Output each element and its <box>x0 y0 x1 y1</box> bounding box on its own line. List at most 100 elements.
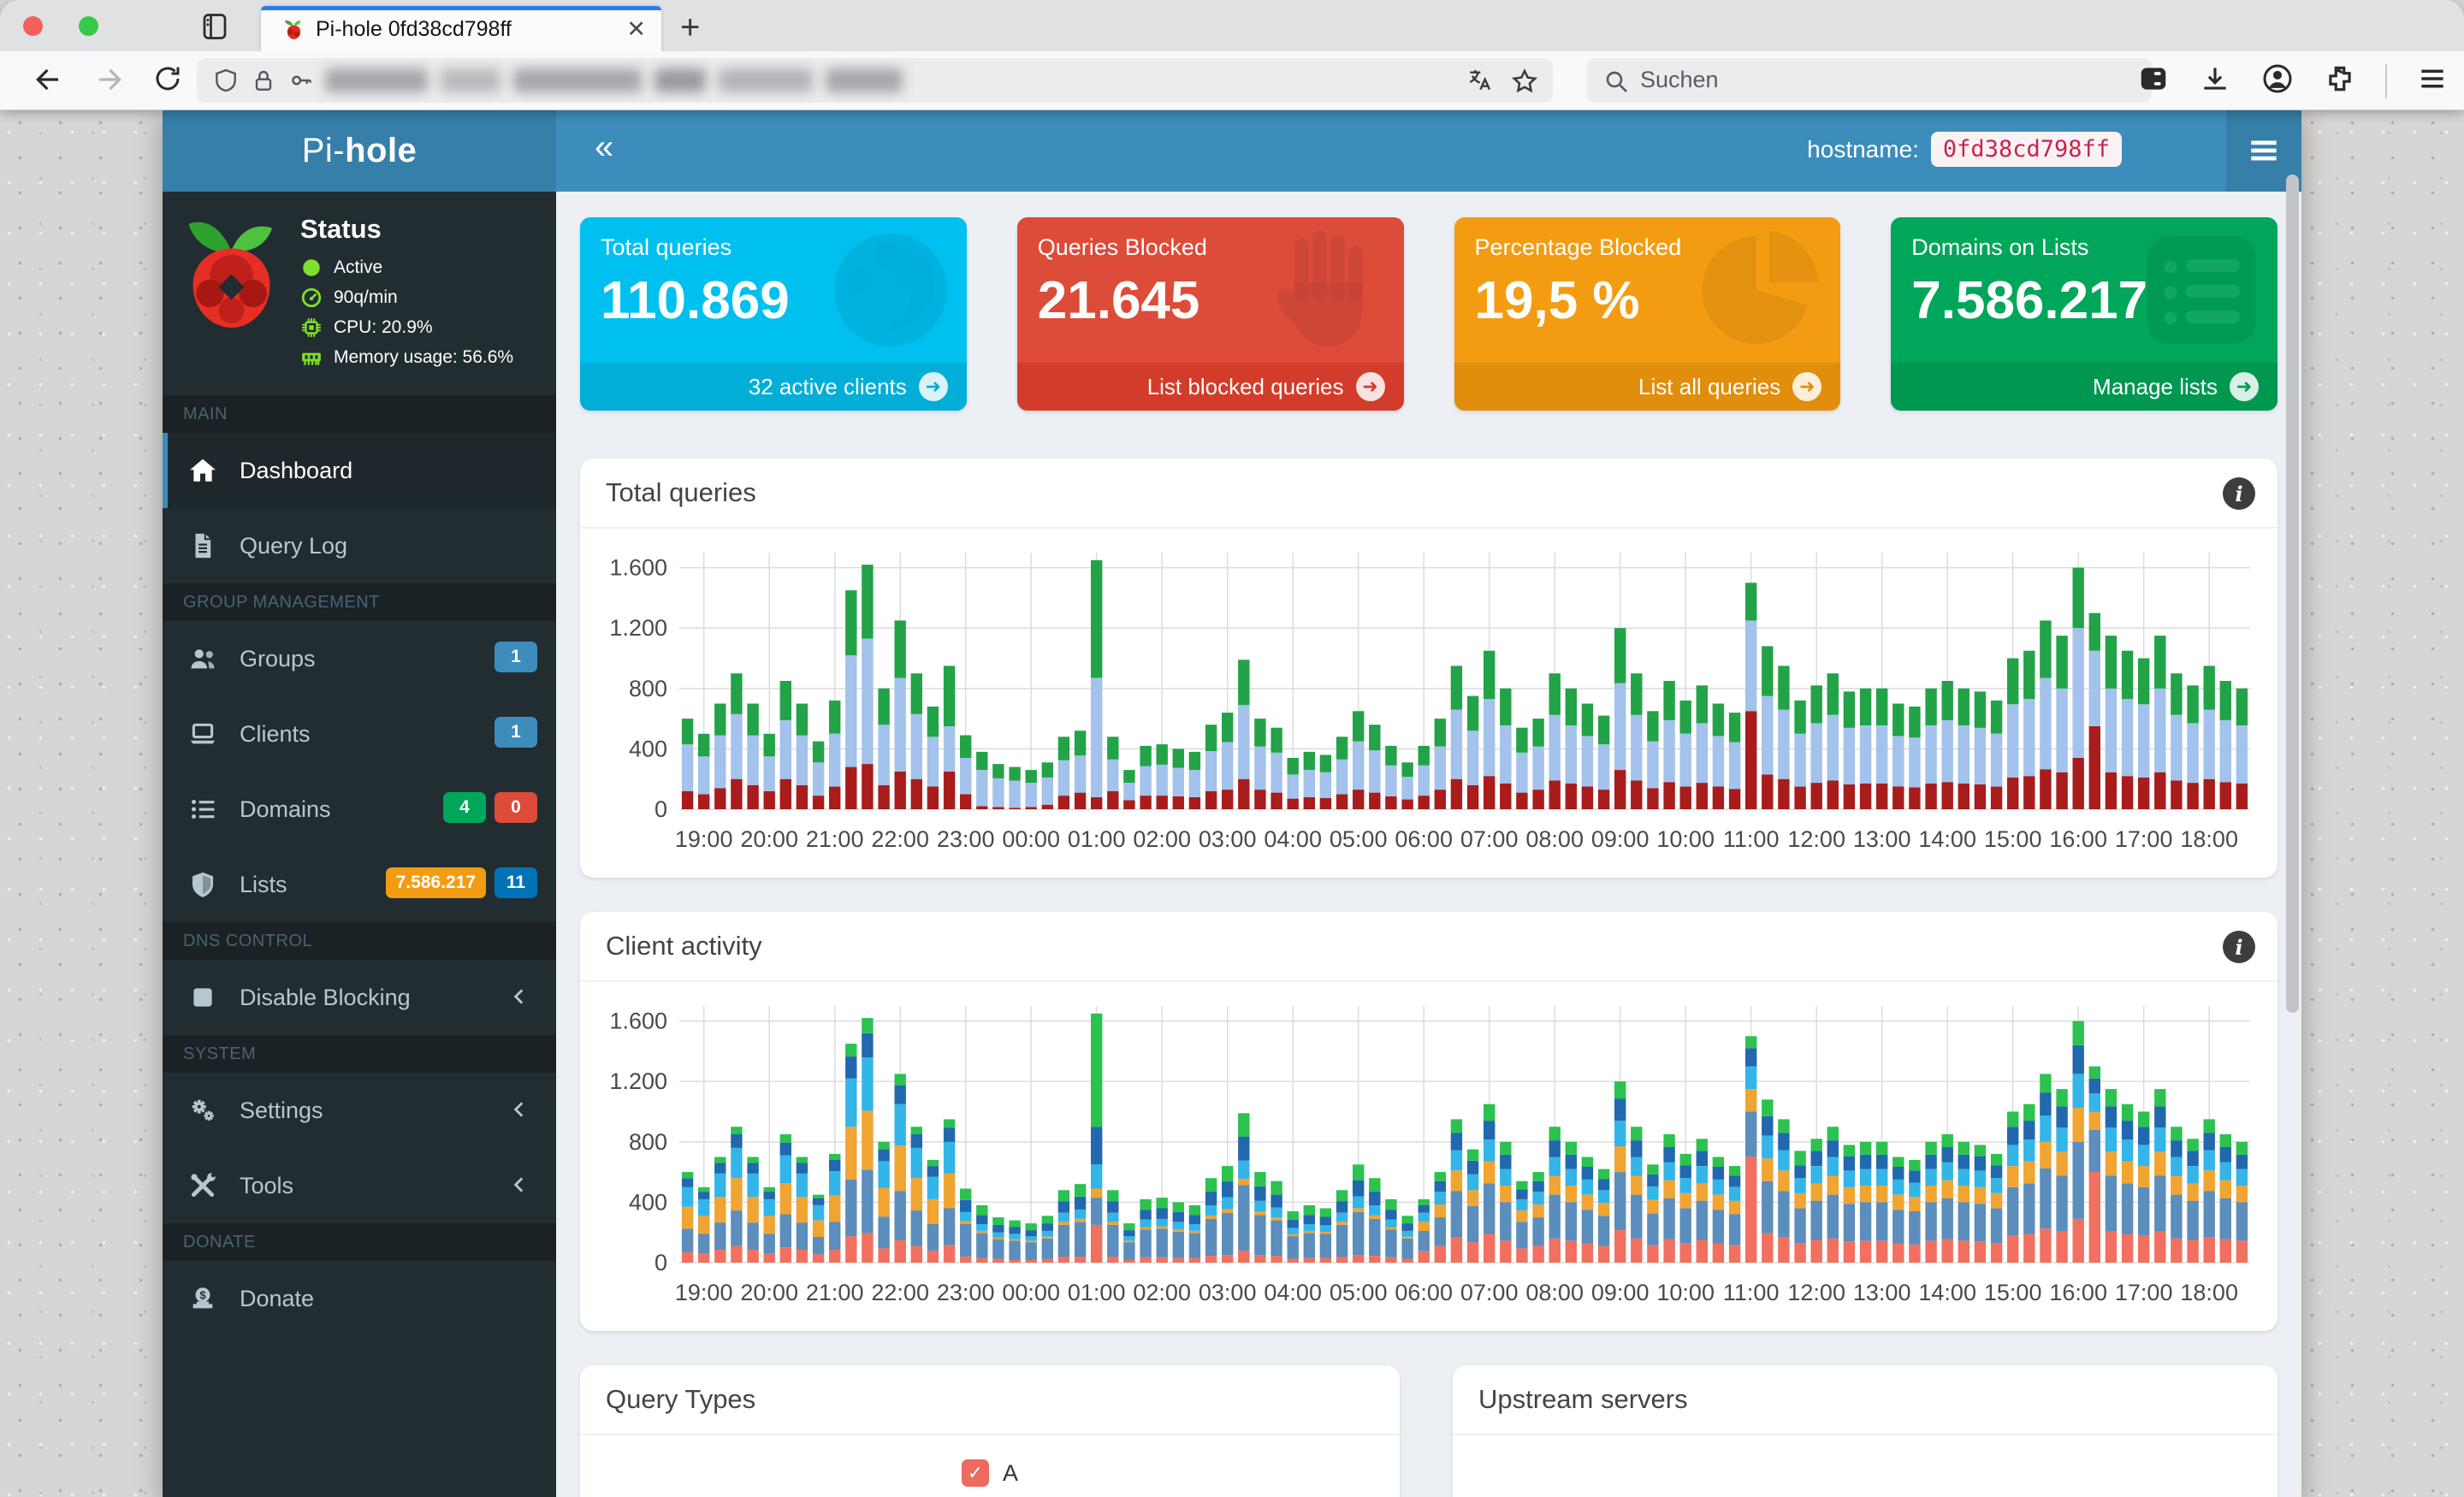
page-scrollbar-thumb[interactable] <box>2286 175 2299 1013</box>
hand-icon <box>1264 226 1392 354</box>
gauge-icon <box>300 287 323 309</box>
sidebar-item-label: Clients <box>240 720 311 747</box>
sidebar-badge: 0 <box>495 792 537 823</box>
upstream-servers-panel: Upstream servers <box>1453 1365 2277 1497</box>
info-icon[interactable]: i <box>2223 477 2255 510</box>
browser-tab[interactable]: Pi-hole 0fd38cd798ff ✕ <box>261 6 661 51</box>
translate-icon[interactable] <box>1466 67 1493 98</box>
sidebar-item-settings[interactable]: Settings <box>163 1073 556 1148</box>
svg-text:11:00: 11:00 <box>1723 1280 1780 1305</box>
main-content: Total queries 110.869 32 active clients ➜ Qu… <box>556 192 2301 1497</box>
svg-text:0: 0 <box>654 796 667 822</box>
sidebar-badge: 1 <box>495 717 537 748</box>
sidebar-item-dashboard[interactable]: Dashboard <box>163 433 556 508</box>
tab-close-icon[interactable]: ✕ <box>626 16 646 43</box>
sidebar-section-header: GROUP MANAGEMENT <box>163 583 556 621</box>
firefox-view-icon[interactable] <box>195 11 236 42</box>
pihole-logo[interactable]: Pi-hole <box>163 109 556 192</box>
pihole-favicon <box>281 18 305 42</box>
panel-title: Upstream servers <box>1478 1384 1688 1414</box>
sidebar-panel-icon[interactable] <box>2137 62 2170 99</box>
sidebar-badge: 11 <box>495 867 537 898</box>
total-queries-chart[interactable]: 0 400 800 1.200 1.600 19:00 20:00 21:00 22:00 23:… <box>597 537 2260 867</box>
svg-text:21:00: 21:00 <box>806 826 864 852</box>
brand-bold: hole <box>345 131 418 169</box>
svg-text:1.600: 1.600 <box>609 555 667 581</box>
panel-title: Total queries <box>606 477 756 507</box>
globe-icon <box>826 226 955 354</box>
bookmark-star-icon[interactable] <box>1510 67 1539 100</box>
card-title: Total queries <box>601 234 732 260</box>
svg-text:17:00: 17:00 <box>2115 826 2173 852</box>
sidebar-item-label: Disable Blocking <box>240 984 411 1010</box>
sidebar-collapse-icon[interactable]: « <box>595 128 613 167</box>
cpu-icon <box>300 317 323 339</box>
key-icon[interactable] <box>287 67 315 98</box>
card-footer-link[interactable]: List blocked queries ➜ <box>1016 363 1404 411</box>
svg-text:07:00: 07:00 <box>1460 1280 1519 1305</box>
svg-text:20:00: 20:00 <box>740 826 798 852</box>
list-alt-icon <box>2137 226 2266 354</box>
sidebar-item-clients[interactable]: Clients 1 <box>163 696 556 772</box>
account-icon[interactable] <box>2260 62 2295 100</box>
summary-card-1: Queries Blocked 21.645 List blocked querie… <box>1016 217 1404 411</box>
svg-text:01:00: 01:00 <box>1068 826 1126 852</box>
forward-button[interactable] <box>92 63 125 104</box>
svg-text:1.200: 1.200 <box>609 1068 667 1094</box>
arrow-circle-icon: ➜ <box>1355 372 1385 401</box>
svg-text:19:00: 19:00 <box>675 1280 733 1305</box>
svg-text:09:00: 09:00 <box>1591 826 1650 852</box>
macos-close-button[interactable] <box>23 16 43 36</box>
sidebar-item-lists[interactable]: Lists 7.586.217 11 <box>163 847 556 922</box>
url-bar[interactable] <box>197 58 1553 103</box>
svg-text:04:00: 04:00 <box>1264 826 1322 852</box>
card-footer-link[interactable]: List all queries ➜ <box>1454 363 1841 411</box>
svg-text:05:00: 05:00 <box>1330 826 1388 852</box>
sidebar-item-label: Tools <box>240 1172 294 1198</box>
app-menu-icon[interactable] <box>2416 62 2449 99</box>
info-icon[interactable]: i <box>2223 931 2255 963</box>
sidebar-item-label: Donate <box>240 1285 315 1311</box>
card-footer-link[interactable]: 32 active clients ➜ <box>580 363 967 411</box>
svg-text:1.200: 1.200 <box>609 615 667 641</box>
sidebar-section-header: MAIN <box>163 395 556 433</box>
sidebar-item-groups[interactable]: Groups 1 <box>163 621 556 696</box>
svg-text:08:00: 08:00 <box>1525 826 1584 852</box>
downloads-icon[interactable] <box>2199 62 2231 99</box>
lock-icon[interactable] <box>250 67 277 98</box>
client-activity-chart[interactable]: 0 400 800 1.200 1.600 19:00 20:00 21:00 22:00 23:… <box>597 991 2260 1320</box>
panel-title: Client activity <box>606 931 762 961</box>
sidebar-item-query-log[interactable]: Query Log <box>163 508 556 583</box>
sidebar-item-label: Query Log <box>240 532 348 559</box>
macos-zoom-button[interactable] <box>79 16 98 36</box>
sidebar-item-tools[interactable]: Tools <box>163 1148 556 1223</box>
svg-text:400: 400 <box>629 736 667 761</box>
search-input[interactable]: Suchen <box>1587 58 2152 103</box>
legend-checkbox[interactable]: ✓ <box>961 1459 989 1487</box>
query-types-panel: Query Types ✓ A <box>580 1365 1400 1497</box>
pihole-page: Pi-hole « hostname: 0fd38cd798ff Status … <box>163 109 2301 1497</box>
extensions-icon[interactable] <box>2324 62 2356 99</box>
sidebar-section-header: DNS CONTROL <box>163 922 556 960</box>
search-icon <box>1602 68 1630 101</box>
sidebar-item-domains[interactable]: Domains 4 0 <box>163 772 556 847</box>
wrench-icon <box>188 1171 217 1200</box>
status-item-text: CPU: 20.9% <box>334 317 433 337</box>
file-icon <box>188 531 217 560</box>
svg-text:23:00: 23:00 <box>937 1280 995 1305</box>
macos-minimize-button[interactable] <box>0 16 20 36</box>
card-footer-link[interactable]: Manage lists ➜ <box>1891 363 2277 411</box>
svg-text:13:00: 13:00 <box>1853 826 1911 852</box>
browser-toolbar: Suchen <box>0 51 2464 110</box>
shield-icon[interactable] <box>212 67 240 98</box>
sidebar-item-disable-blocking[interactable]: Disable Blocking <box>163 960 556 1035</box>
back-button[interactable] <box>33 63 65 104</box>
hostname-label: hostname: <box>1807 135 1919 163</box>
donate-icon: $ <box>188 1284 217 1313</box>
new-tab-button[interactable]: + <box>680 9 700 47</box>
svg-text:21:00: 21:00 <box>806 1280 864 1305</box>
status-item: 90q/min <box>300 287 513 309</box>
reload-button[interactable] <box>152 63 183 102</box>
svg-text:22:00: 22:00 <box>871 1280 929 1305</box>
sidebar-item-donate[interactable]: $ Donate <box>163 1261 556 1336</box>
